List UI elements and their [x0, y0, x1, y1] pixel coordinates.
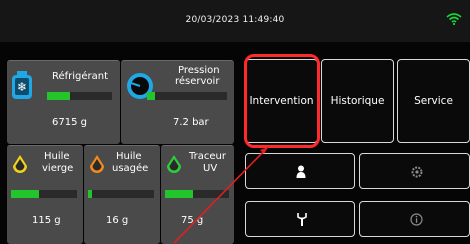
- annotation-arrow: [173, 146, 269, 243]
